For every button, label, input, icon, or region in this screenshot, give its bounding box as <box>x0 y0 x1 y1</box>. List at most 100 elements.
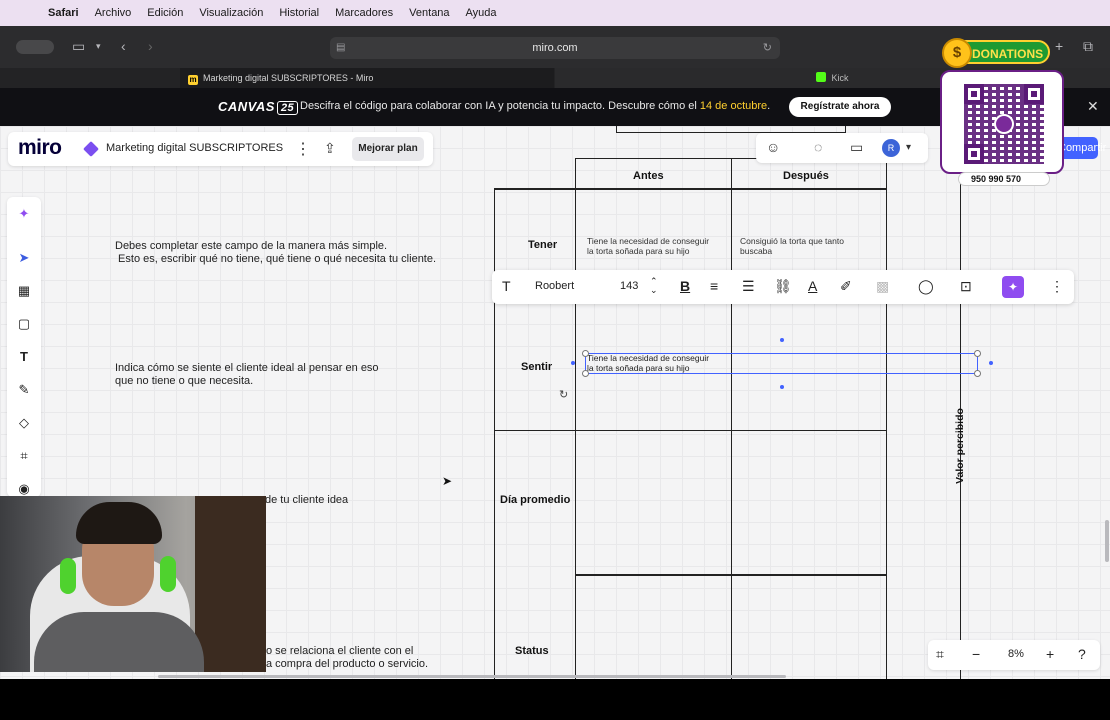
url-text: miro.com <box>532 42 578 54</box>
highlight-icon[interactable]: ✐ <box>840 278 852 295</box>
text-color-icon[interactable]: A <box>808 278 817 294</box>
window-controls[interactable] <box>16 40 54 54</box>
menu-item-historial[interactable]: Historial <box>271 7 327 19</box>
table-line <box>494 188 495 679</box>
export-icon[interactable]: ⇪ <box>324 140 336 157</box>
reactions-icon[interactable]: ☺ <box>766 139 780 155</box>
zoom-level[interactable]: 8% <box>1008 648 1024 660</box>
cell-tener-antes[interactable]: Tiene la necesidad de conseguir la torta… <box>587 236 709 256</box>
tab-overview-icon[interactable]: ⧉ <box>1083 38 1093 55</box>
resize-handle[interactable] <box>974 350 981 357</box>
rotate-handle-icon[interactable]: ↻ <box>559 388 568 401</box>
row-header-dia-promedio[interactable]: Día promedio <box>500 494 570 506</box>
select-cursor-icon[interactable]: ➤ <box>15 249 33 267</box>
zoom-in-icon[interactable]: + <box>1046 646 1054 662</box>
row-header-tener[interactable]: Tener <box>528 239 557 251</box>
fit-to-screen-icon[interactable]: ⌗ <box>936 646 944 663</box>
connector-dot[interactable] <box>989 361 993 365</box>
fill-icon[interactable]: ▩ <box>876 278 889 295</box>
upgrade-button[interactable]: Mejorar plan <box>352 137 424 161</box>
canvas-logo: CANVAS 25 <box>218 99 299 115</box>
resize-handle[interactable] <box>974 370 981 377</box>
vertical-scrollbar[interactable] <box>1105 520 1109 562</box>
miro-logo[interactable]: miro <box>18 136 62 160</box>
align-left-icon[interactable]: ≡ <box>710 278 718 294</box>
row-header-status[interactable]: Status <box>515 645 549 657</box>
miro-header-panel: miro Marketing digital SUBSCRIPTORES ⋮ ⇪… <box>8 132 433 166</box>
ai-sparkle-icon[interactable]: ✦ <box>15 205 33 223</box>
sidebar-icon[interactable]: ▭ <box>72 38 85 55</box>
table-line <box>494 188 887 190</box>
sticky-note-icon[interactable]: ▢ <box>15 315 33 333</box>
collaboration-bar: ☺ ◌ ▭ R ▾ <box>756 133 928 163</box>
instruction-tener[interactable]: Debes completar este campo de la manera … <box>115 240 436 266</box>
horizontal-scrollbar[interactable] <box>158 675 786 678</box>
banner-message: Descifra el código para colaborar con IA… <box>300 100 771 112</box>
font-family-select[interactable]: Roobert <box>535 280 574 292</box>
menu-item-ayuda[interactable]: Ayuda <box>458 7 505 19</box>
register-button[interactable]: Regístrate ahora <box>789 97 891 117</box>
selected-text-sentir[interactable]: Tiene la necesidad de conseguir la torta… <box>587 353 709 373</box>
left-toolbar: ✦ ➤ ▦ ▢ T ✎ ◇ ⌗ ◉ <box>7 197 41 497</box>
chevron-down-icon[interactable]: ▾ <box>906 142 911 153</box>
menu-item-ventana[interactable]: Ventana <box>401 7 457 19</box>
instruction-status[interactable]: o se relaciona el cliente con el a compr… <box>266 645 428 671</box>
size-stepper-icon[interactable]: ⌃ ⌄ <box>650 277 658 295</box>
help-icon[interactable]: ? <box>1078 646 1086 662</box>
qr-code-card <box>940 70 1064 174</box>
close-icon[interactable]: ✕ <box>1087 98 1099 115</box>
resize-handle[interactable] <box>582 350 589 357</box>
menu-item-marcadores[interactable]: Marcadores <box>327 7 401 19</box>
side-label-valor-percibido[interactable]: Valor percibido <box>954 408 966 484</box>
font-size-input[interactable]: 143 <box>620 280 638 292</box>
pen-icon[interactable]: ✎ <box>15 381 33 399</box>
more-vertical-icon[interactable]: ⋮ <box>295 139 311 159</box>
menu-item-archivo[interactable]: Archivo <box>87 7 140 19</box>
macos-menubar: Safari Archivo Edición Visualización His… <box>0 0 1110 26</box>
connector-dot[interactable] <box>780 338 784 342</box>
text-type-icon[interactable]: T <box>502 278 511 294</box>
board-name[interactable]: Marketing digital SUBSCRIPTORES <box>106 142 283 154</box>
text-format-toolbar: T Roobert 143 ⌃ ⌄ B ≡ ☰ ⛓ A ✐ ▩ ◯ ⊡ ✦ ⋮ <box>492 270 1074 304</box>
frame-icon[interactable]: ⌗ <box>15 447 33 465</box>
more-vertical-icon[interactable]: ⋮ <box>1050 278 1064 295</box>
cell-tener-despues[interactable]: Consiguió la torta que tanto buscaba <box>740 236 844 256</box>
chat-icon[interactable]: ◌ <box>814 139 822 155</box>
avatar[interactable]: R <box>882 139 900 157</box>
video-icon[interactable]: ▭ <box>850 139 863 156</box>
lock-icon[interactable]: ⊡ <box>960 278 972 295</box>
column-header-antes[interactable]: Antes <box>633 170 664 182</box>
chevron-down-icon[interactable]: ▾ <box>96 41 101 52</box>
shapes-icon[interactable]: ◇ <box>15 414 33 432</box>
templates-icon[interactable]: ▦ <box>15 282 33 300</box>
resize-handle[interactable] <box>582 370 589 377</box>
table-line <box>494 430 887 431</box>
menu-app-name[interactable]: Safari <box>40 7 87 19</box>
menu-item-visualizacion[interactable]: Visualización <box>191 7 271 19</box>
zoom-controls: ⌗ − 8% + ? <box>928 640 1100 670</box>
back-icon[interactable]: ‹ <box>121 38 126 54</box>
cursor-arrow-icon: ➤ <box>442 474 453 488</box>
ai-assist-icon[interactable]: ✦ <box>1002 276 1024 298</box>
webcam-overlay <box>0 496 266 672</box>
frame-line <box>845 126 846 133</box>
menu-item-edicion[interactable]: Edición <box>139 7 191 19</box>
connector-dot[interactable] <box>571 361 575 365</box>
instruction-sentir[interactable]: Indica cómo se siente el cliente ideal a… <box>115 362 379 388</box>
forward-icon[interactable]: › <box>148 38 153 54</box>
text-tool-icon[interactable]: T <box>15 348 33 366</box>
zoom-out-icon[interactable]: − <box>972 646 980 662</box>
list-icon[interactable]: ☰ <box>742 278 755 295</box>
address-bar[interactable]: ▤ miro.com ↻ <box>330 37 780 59</box>
new-tab-icon[interactable]: + <box>1055 38 1063 54</box>
comment-icon[interactable]: ◯ <box>918 278 934 295</box>
connector-dot[interactable] <box>780 385 784 389</box>
tab-miro[interactable]: m Marketing digital SUBSCRIPTORES - Miro <box>180 68 554 88</box>
instruction-dia-promedio[interactable]: de tu cliente idea <box>265 494 348 507</box>
bold-icon[interactable]: B <box>680 278 690 294</box>
column-header-despues[interactable]: Después <box>783 170 829 182</box>
row-header-sentir[interactable]: Sentir <box>521 361 552 373</box>
dollar-coin-icon: $ <box>942 38 972 68</box>
reload-icon[interactable]: ↻ <box>763 37 772 59</box>
link-icon[interactable]: ⛓ <box>774 278 792 295</box>
